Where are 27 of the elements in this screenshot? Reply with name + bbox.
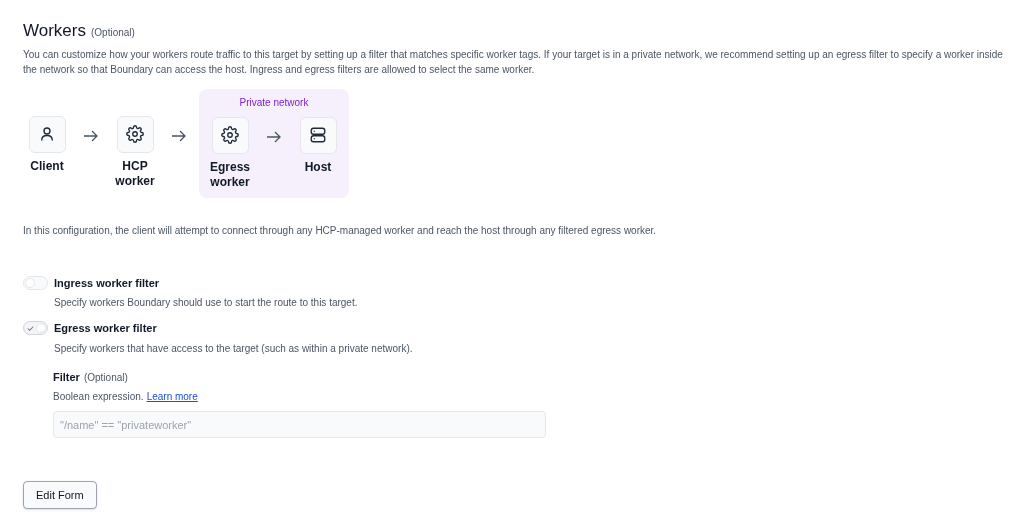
configuration-note: In this configuration, the client will attempt to connect through any HCP-managed worker and reach the host through any filtered egress worker. [23,223,658,238]
toggle-label: Ingress worker filter [54,275,161,291]
arrow-icon [266,130,282,143]
gear-icon [126,125,144,143]
optional-label: (Optional) [91,26,135,40]
section-title: Workers [23,20,86,42]
toggle-description: Specify workers that have access to the target (such as within a private network). [54,341,413,356]
node-label: Client [29,158,65,174]
arrow-icon [171,129,187,142]
check-icon [27,324,34,332]
node-label: Egress worker [209,159,251,190]
arrow-icon [83,129,99,142]
server-icon [309,126,327,144]
node-label: Host [303,159,333,175]
filter-label: Filter [53,369,80,385]
toggle-switch[interactable] [23,321,48,335]
node-label: HCP worker [114,158,156,189]
private-network-label: Private network [239,95,309,110]
optional-label: (Optional) [83,370,128,385]
user-icon [38,125,56,143]
gear-icon [221,126,239,144]
toggle-label: Egress worker filter [54,321,158,336]
edit-form-button[interactable]: Edit Form [23,481,97,509]
filter-help: Boolean expression. [53,390,144,404]
toggle-description: Specify workers Boundary should use to start the route to this target. [54,296,358,310]
toggle-switch[interactable] [23,275,48,290]
section-description: You can customize how your workers route traffic to this target by setting up a filter that matches specific worker tags. If your target is in a private network, we recommend setting up an egress filter to specify a worker inside the network so that Boundary can access the host. Ingress and egress filters are allowed to select the same worker. [23,47,1003,77]
